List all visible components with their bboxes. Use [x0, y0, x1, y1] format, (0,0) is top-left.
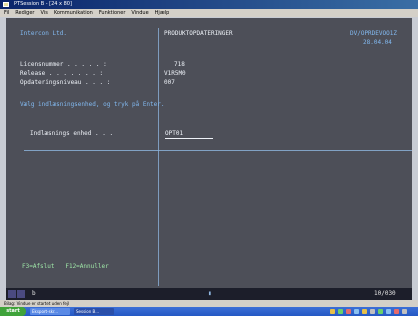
- program-id: DV/OPRDEVOO1Z: [350, 30, 397, 37]
- tray-icon[interactable]: [354, 309, 359, 314]
- terminal-status-bar: b ▮ 10/030: [6, 288, 412, 300]
- instruction-text: Vælg indlæsningsenhed, og tryk på Enter.: [20, 101, 165, 108]
- tray-icon[interactable]: [346, 309, 351, 314]
- tray-icon[interactable]: [378, 309, 383, 314]
- menu-item-functions[interactable]: Funktioner: [99, 9, 126, 17]
- column-divider: [158, 28, 159, 286]
- window-titlebar: PTSession B - [24 x 80]: [0, 0, 418, 9]
- company-name: Intercon Ltd.: [20, 30, 67, 37]
- taskbar-item-active[interactable]: Session B...: [74, 308, 114, 315]
- menu-item-help[interactable]: Hjælp: [155, 9, 170, 17]
- release-label: Release . . . . . . . :: [20, 70, 104, 77]
- start-button[interactable]: start: [0, 307, 26, 316]
- menu-item-view[interactable]: Vis: [41, 9, 48, 17]
- unit-label: Indlæsnings enhed . . .: [30, 130, 114, 137]
- tray-icon[interactable]: [330, 309, 335, 314]
- menu-item-file[interactable]: Fil: [4, 9, 9, 17]
- tray-icon[interactable]: [362, 309, 367, 314]
- license-value: 718: [174, 61, 185, 68]
- cursor-indicator: ▮: [208, 290, 212, 297]
- status-left: b: [32, 290, 36, 297]
- status-block-left-2: [17, 290, 25, 298]
- unit-input-underline: [165, 138, 213, 139]
- terminal-screen[interactable]: Intercon Ltd. PRODUKTOPDATERINGER DV/OPR…: [6, 18, 412, 288]
- row-divider: [24, 150, 412, 151]
- app-icon: [3, 2, 9, 7]
- level-label: Opdateringsniveau . . . :: [20, 79, 111, 86]
- release-value: V1R5M0: [164, 70, 186, 77]
- level-value: 007: [164, 79, 175, 86]
- license-label: Licensnummer . . . . . :: [20, 61, 107, 68]
- menu-item-communication[interactable]: Kommunikation: [54, 9, 93, 17]
- window-title: PTSession B - [24 x 80]: [14, 1, 72, 7]
- tray-icon[interactable]: [386, 309, 391, 314]
- status-block-left: [8, 290, 16, 298]
- taskbar-item[interactable]: Eksport-skr...: [30, 308, 70, 315]
- info-bar: Bilag: Vindue er startet uden fejl: [0, 300, 418, 307]
- taskbar: start Eksport-skr... Session B...: [0, 307, 418, 316]
- cursor-position: 10/030: [374, 290, 396, 297]
- menu-bar: Fil Rediger Vis Kommunikation Funktioner…: [0, 9, 418, 17]
- menu-item-window[interactable]: Vindue: [131, 9, 148, 17]
- unit-input[interactable]: OPT01: [165, 130, 183, 137]
- screen-title: PRODUKTOPDATERINGER: [164, 30, 233, 37]
- tray-icon[interactable]: [402, 309, 407, 314]
- tray-icon[interactable]: [338, 309, 343, 314]
- tray-icon[interactable]: [394, 309, 399, 314]
- function-keys[interactable]: F3=Afslut F12=Annuller: [22, 263, 109, 270]
- menu-item-edit[interactable]: Rediger: [15, 9, 34, 17]
- tray-icon[interactable]: [370, 309, 375, 314]
- screen-date: 28.04.04: [363, 39, 392, 46]
